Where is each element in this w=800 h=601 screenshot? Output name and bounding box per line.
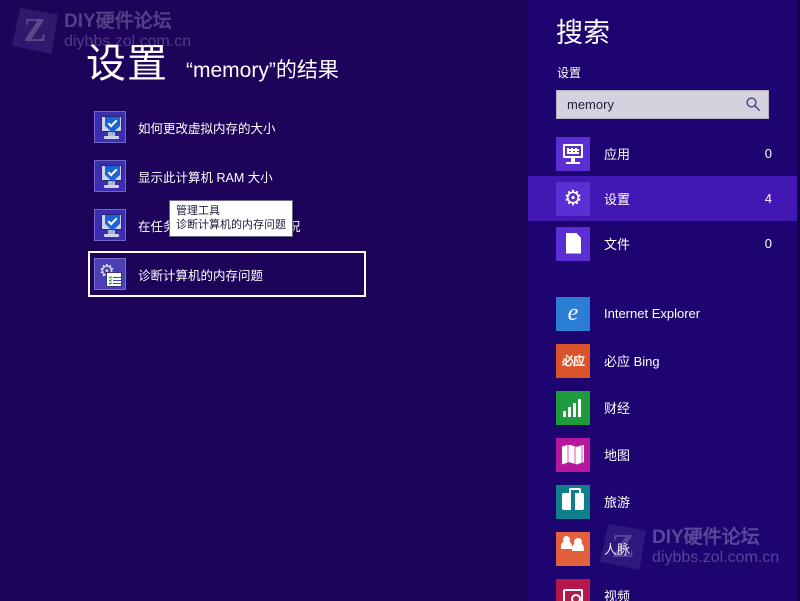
internet-explorer-icon: e xyxy=(556,297,590,331)
finance-icon xyxy=(556,391,590,425)
search-box xyxy=(556,90,769,119)
maps-icon xyxy=(556,438,590,472)
search-category-list: 应用 0 ⚙ 设置 4 文件 0 xyxy=(528,131,800,266)
app-label: 必应 Bing xyxy=(604,351,660,370)
app-label: 人脉 xyxy=(604,539,630,558)
tooltip-line-1: 管理工具 xyxy=(176,204,286,218)
app-row-maps[interactable]: 地图 xyxy=(528,431,800,478)
app-row-video[interactable]: 视频 xyxy=(528,572,800,601)
tooltip-line-2: 诊断计算机的内存问题 xyxy=(176,218,286,232)
result-item-label: 如何更改虚拟内存的大小 xyxy=(138,118,276,137)
category-row-files[interactable]: 文件 0 xyxy=(528,221,800,266)
search-app-list: e Internet Explorer 必应 必应 Bing 财经 xyxy=(528,290,800,601)
app-label: 地图 xyxy=(604,445,630,464)
category-row-apps[interactable]: 应用 0 xyxy=(528,131,800,176)
app-row-bing[interactable]: 必应 必应 Bing xyxy=(528,337,800,384)
charm-scope-label: 设置 xyxy=(557,64,581,81)
diagnose-memory-icon: ⚙ xyxy=(94,258,126,290)
app-row-travel[interactable]: 旅游 xyxy=(528,478,800,525)
bing-icon: 必应 xyxy=(556,344,590,378)
result-item-label: 显示此计算机 RAM 大小 xyxy=(138,167,273,186)
help-topic-icon xyxy=(94,209,126,241)
video-icon xyxy=(556,579,590,601)
app-label: 视频 xyxy=(604,586,630,601)
result-item-label: 诊断计算机的内存问题 xyxy=(138,265,263,284)
category-row-settings[interactable]: ⚙ 设置 4 xyxy=(528,176,800,221)
search-icon[interactable] xyxy=(745,96,761,112)
results-header: 设置 “memory”的结果 xyxy=(86,44,339,84)
apps-icon xyxy=(556,137,590,171)
app-row-internet-explorer[interactable]: e Internet Explorer xyxy=(528,290,800,337)
category-count: 0 xyxy=(765,236,772,251)
app-row-people[interactable]: 人脉 xyxy=(528,525,800,572)
help-topic-icon xyxy=(94,111,126,143)
charm-title: 搜索 xyxy=(556,20,610,47)
result-tooltip: 管理工具 诊断计算机的内存问题 xyxy=(169,200,293,237)
zol-logo-icon: Z xyxy=(12,8,58,54)
help-topic-icon xyxy=(94,160,126,192)
result-item-1[interactable]: 显示此计算机 RAM 大小 xyxy=(88,153,366,199)
watermark-title: DIY硬件论坛 xyxy=(64,11,191,33)
page-title: 设置 xyxy=(86,44,168,84)
category-count: 0 xyxy=(765,146,772,161)
category-label: 文件 xyxy=(604,234,765,253)
search-input[interactable] xyxy=(556,90,769,119)
bing-glyph: 必应 xyxy=(562,352,584,369)
results-subtitle: “memory”的结果 xyxy=(186,60,339,81)
category-count: 4 xyxy=(765,191,772,206)
windows-search-settings-screen: 设置 “memory”的结果 如何更改虚拟内存的大小 显示此计算机 RAM 大小 xyxy=(0,0,800,601)
app-row-finance[interactable]: 财经 xyxy=(528,384,800,431)
category-label: 应用 xyxy=(604,144,765,163)
ie-glyph: e xyxy=(568,300,579,327)
result-item-0[interactable]: 如何更改虚拟内存的大小 xyxy=(88,104,366,150)
result-item-3[interactable]: ⚙ 诊断计算机的内存问题 xyxy=(88,251,366,297)
gear-icon: ⚙ xyxy=(556,182,590,216)
category-label: 设置 xyxy=(604,189,765,208)
search-results-pane: 设置 “memory”的结果 如何更改虚拟内存的大小 显示此计算机 RAM 大小 xyxy=(0,0,528,601)
app-label: 财经 xyxy=(604,398,630,417)
travel-icon xyxy=(556,485,590,519)
app-label: Internet Explorer xyxy=(604,306,700,321)
people-icon xyxy=(556,532,590,566)
app-label: 旅游 xyxy=(604,492,630,511)
file-icon xyxy=(556,227,590,261)
watermark-logo-glyph: Z xyxy=(12,8,58,54)
